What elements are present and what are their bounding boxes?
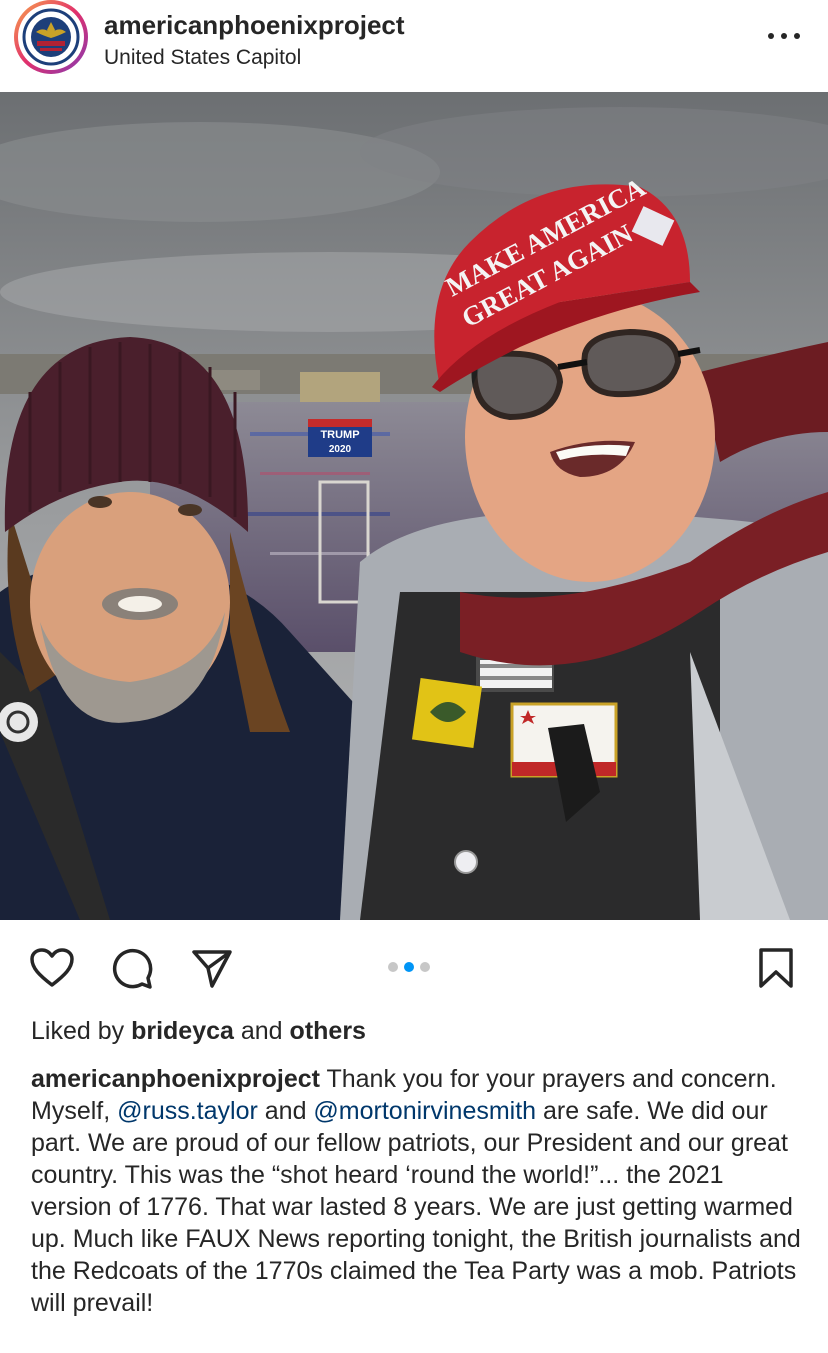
- caption-text: are safe. We did our part. We are proud …: [31, 1097, 801, 1317]
- caption-text: and: [257, 1097, 314, 1125]
- carousel-dot: [388, 962, 398, 972]
- post-actions: [0, 932, 828, 1004]
- post-username[interactable]: americanphoenixproject: [104, 10, 405, 41]
- likes-summary[interactable]: Liked by brideyca and others: [31, 1017, 366, 1046]
- comment-icon[interactable]: [108, 944, 156, 992]
- avatar-logo: [18, 4, 84, 70]
- banner-text-2: 2020: [329, 444, 352, 455]
- carousel-indicator: [388, 962, 430, 972]
- bookmark-icon[interactable]: [752, 944, 800, 992]
- more-dots-icon[interactable]: [768, 26, 800, 46]
- likes-others[interactable]: others: [290, 1017, 366, 1045]
- heart-icon[interactable]: [28, 944, 76, 992]
- caption-mention[interactable]: @mortonirvinesmith: [313, 1097, 536, 1125]
- likes-connector: and: [240, 1017, 283, 1045]
- carousel-dot-active: [404, 962, 414, 972]
- post-header: americanphoenixproject United States Cap…: [0, 0, 828, 92]
- likes-prefix: Liked by: [31, 1017, 125, 1045]
- post-caption: americanphoenixproject Thank you for you…: [31, 1063, 811, 1319]
- liked-by-user[interactable]: brideyca: [131, 1017, 234, 1045]
- post-photo[interactable]: TRUMP 2020 MAKE AMERICA GREAT AGAIN: [0, 92, 828, 920]
- banner-text-1: TRUMP: [320, 429, 359, 441]
- caption-username[interactable]: americanphoenixproject: [31, 1065, 320, 1093]
- post-location[interactable]: United States Capitol: [104, 46, 301, 70]
- paper-plane-icon[interactable]: [188, 944, 236, 992]
- carousel-dot: [420, 962, 430, 972]
- caption-mention[interactable]: @russ.taylor: [117, 1097, 258, 1125]
- profile-avatar[interactable]: [14, 0, 88, 74]
